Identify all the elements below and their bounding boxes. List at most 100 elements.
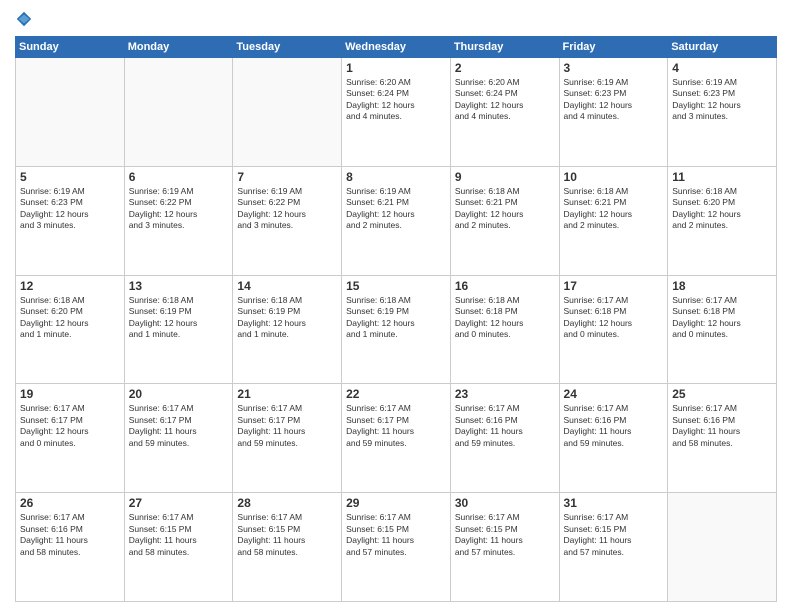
day-detail: Sunrise: 6:17 AMSunset: 6:18 PMDaylight:… — [564, 295, 664, 341]
day-number: 19 — [20, 387, 120, 401]
day-detail: Sunrise: 6:17 AMSunset: 6:15 PMDaylight:… — [237, 512, 337, 558]
day-number: 5 — [20, 170, 120, 184]
calendar-cell: 31 Sunrise: 6:17 AMSunset: 6:15 PMDayligh… — [559, 493, 668, 602]
day-detail: Sunrise: 6:18 AMSunset: 6:19 PMDaylight:… — [346, 295, 446, 341]
calendar-cell — [668, 493, 777, 602]
day-number: 27 — [129, 496, 229, 510]
calendar-cell: 14 Sunrise: 6:18 AMSunset: 6:19 PMDayligh… — [233, 275, 342, 384]
week-row-4: 19 Sunrise: 6:17 AMSunset: 6:17 PMDayligh… — [16, 384, 777, 493]
calendar-cell: 10 Sunrise: 6:18 AMSunset: 6:21 PMDayligh… — [559, 166, 668, 275]
day-detail: Sunrise: 6:17 AMSunset: 6:16 PMDaylight:… — [564, 403, 664, 449]
calendar-cell: 29Sunrise: 6:17 AMSunset: 6:15 PMDayligh… — [342, 493, 451, 602]
day-detail: Sunrise: 6:17 AMSunset: 6:17 PMDaylight:… — [237, 403, 337, 449]
day-detail: Sunrise: 6:17 AMSunset: 6:16 PMDaylight:… — [455, 403, 555, 449]
calendar-cell: 20 Sunrise: 6:17 AMSunset: 6:17 PMDayligh… — [124, 384, 233, 493]
day-number: 2 — [455, 61, 555, 75]
page: SundayMondayTuesdayWednesdayThursdayFrid… — [0, 0, 792, 612]
day-detail: Sunrise: 6:19 AMSunset: 6:22 PMDaylight:… — [129, 186, 229, 232]
calendar-cell: 30 Sunrise: 6:17 AMSunset: 6:15 PMDayligh… — [450, 493, 559, 602]
calendar-cell: 5 Sunrise: 6:19 AMSunset: 6:23 PMDaylight… — [16, 166, 125, 275]
day-number: 6 — [129, 170, 229, 184]
day-number: 3 — [564, 61, 664, 75]
day-detail: Sunrise: 6:19 AMSunset: 6:21 PMDaylight:… — [346, 186, 446, 232]
calendar-cell — [16, 58, 125, 167]
calendar-cell: 25Sunrise: 6:17 AMSunset: 6:16 PMDayligh… — [668, 384, 777, 493]
logo-icon — [15, 10, 33, 28]
weekday-header-friday: Friday — [559, 37, 668, 58]
day-detail: Sunrise: 6:17 AMSunset: 6:15 PMDaylight:… — [564, 512, 664, 558]
day-number: 16 — [455, 279, 555, 293]
calendar-cell: 3 Sunrise: 6:19 AMSunset: 6:23 PMDaylight… — [559, 58, 668, 167]
weekday-header-monday: Monday — [124, 37, 233, 58]
day-number: 24 — [564, 387, 664, 401]
calendar-cell: 17 Sunrise: 6:17 AMSunset: 6:18 PMDayligh… — [559, 275, 668, 384]
day-detail: Sunrise: 6:18 AMSunset: 6:19 PMDaylight:… — [237, 295, 337, 341]
calendar-cell: 2 Sunrise: 6:20 AMSunset: 6:24 PMDaylight… — [450, 58, 559, 167]
calendar-cell: 12Sunrise: 6:18 AMSunset: 6:20 PMDayligh… — [16, 275, 125, 384]
day-number: 8 — [346, 170, 446, 184]
calendar-cell: 1Sunrise: 6:20 AMSunset: 6:24 PMDaylight… — [342, 58, 451, 167]
calendar-cell — [233, 58, 342, 167]
calendar-cell: 11 Sunrise: 6:18 AMSunset: 6:20 PMDayligh… — [668, 166, 777, 275]
calendar-cell: 19Sunrise: 6:17 AMSunset: 6:17 PMDayligh… — [16, 384, 125, 493]
day-number: 10 — [564, 170, 664, 184]
week-row-1: 1Sunrise: 6:20 AMSunset: 6:24 PMDaylight… — [16, 58, 777, 167]
weekday-header-row: SundayMondayTuesdayWednesdayThursdayFrid… — [16, 37, 777, 58]
day-detail: Sunrise: 6:17 AMSunset: 6:16 PMDaylight:… — [20, 512, 120, 558]
calendar-cell: 24 Sunrise: 6:17 AMSunset: 6:16 PMDayligh… — [559, 384, 668, 493]
day-detail: Sunrise: 6:19 AMSunset: 6:23 PMDaylight:… — [564, 77, 664, 123]
day-number: 18 — [672, 279, 772, 293]
day-number: 11 — [672, 170, 772, 184]
day-number: 28 — [237, 496, 337, 510]
calendar-cell: 9 Sunrise: 6:18 AMSunset: 6:21 PMDaylight… — [450, 166, 559, 275]
calendar-table: SundayMondayTuesdayWednesdayThursdayFrid… — [15, 36, 777, 602]
header — [15, 10, 777, 28]
calendar-cell: 13 Sunrise: 6:18 AMSunset: 6:19 PMDayligh… — [124, 275, 233, 384]
calendar-cell: 27 Sunrise: 6:17 AMSunset: 6:15 PMDayligh… — [124, 493, 233, 602]
day-number: 30 — [455, 496, 555, 510]
day-detail: Sunrise: 6:20 AMSunset: 6:24 PMDaylight:… — [346, 77, 446, 123]
calendar-cell: 8 Sunrise: 6:19 AMSunset: 6:21 PMDaylight… — [342, 166, 451, 275]
day-detail: Sunrise: 6:17 AMSunset: 6:17 PMDaylight:… — [129, 403, 229, 449]
calendar-cell: 22Sunrise: 6:17 AMSunset: 6:17 PMDayligh… — [342, 384, 451, 493]
day-number: 4 — [672, 61, 772, 75]
week-row-2: 5 Sunrise: 6:19 AMSunset: 6:23 PMDaylight… — [16, 166, 777, 275]
day-number: 31 — [564, 496, 664, 510]
calendar-cell: 6 Sunrise: 6:19 AMSunset: 6:22 PMDaylight… — [124, 166, 233, 275]
day-detail: Sunrise: 6:18 AMSunset: 6:19 PMDaylight:… — [129, 295, 229, 341]
day-detail: Sunrise: 6:18 AMSunset: 6:21 PMDaylight:… — [455, 186, 555, 232]
day-detail: Sunrise: 6:19 AMSunset: 6:23 PMDaylight:… — [20, 186, 120, 232]
day-detail: Sunrise: 6:19 AMSunset: 6:23 PMDaylight:… — [672, 77, 772, 123]
day-detail: Sunrise: 6:17 AMSunset: 6:15 PMDaylight:… — [346, 512, 446, 558]
day-detail: Sunrise: 6:18 AMSunset: 6:20 PMDaylight:… — [672, 186, 772, 232]
day-number: 23 — [455, 387, 555, 401]
day-number: 21 — [237, 387, 337, 401]
day-detail: Sunrise: 6:17 AMSunset: 6:18 PMDaylight:… — [672, 295, 772, 341]
day-number: 13 — [129, 279, 229, 293]
week-row-3: 12Sunrise: 6:18 AMSunset: 6:20 PMDayligh… — [16, 275, 777, 384]
calendar-cell: 28 Sunrise: 6:17 AMSunset: 6:15 PMDayligh… — [233, 493, 342, 602]
day-detail: Sunrise: 6:17 AMSunset: 6:15 PMDaylight:… — [455, 512, 555, 558]
day-detail: Sunrise: 6:17 AMSunset: 6:17 PMDaylight:… — [346, 403, 446, 449]
day-number: 7 — [237, 170, 337, 184]
calendar-cell: 23 Sunrise: 6:17 AMSunset: 6:16 PMDayligh… — [450, 384, 559, 493]
day-detail: Sunrise: 6:20 AMSunset: 6:24 PMDaylight:… — [455, 77, 555, 123]
day-detail: Sunrise: 6:17 AMSunset: 6:15 PMDaylight:… — [129, 512, 229, 558]
day-detail: Sunrise: 6:18 AMSunset: 6:18 PMDaylight:… — [455, 295, 555, 341]
day-number: 15 — [346, 279, 446, 293]
day-number: 20 — [129, 387, 229, 401]
day-detail: Sunrise: 6:17 AMSunset: 6:16 PMDaylight:… — [672, 403, 772, 449]
day-detail: Sunrise: 6:18 AMSunset: 6:21 PMDaylight:… — [564, 186, 664, 232]
day-number: 17 — [564, 279, 664, 293]
week-row-5: 26 Sunrise: 6:17 AMSunset: 6:16 PMDayligh… — [16, 493, 777, 602]
weekday-header-tuesday: Tuesday — [233, 37, 342, 58]
day-number: 9 — [455, 170, 555, 184]
day-number: 26 — [20, 496, 120, 510]
calendar-cell: 18 Sunrise: 6:17 AMSunset: 6:18 PMDayligh… — [668, 275, 777, 384]
weekday-header-sunday: Sunday — [16, 37, 125, 58]
day-detail: Sunrise: 6:19 AMSunset: 6:22 PMDaylight:… — [237, 186, 337, 232]
calendar-cell: 26 Sunrise: 6:17 AMSunset: 6:16 PMDayligh… — [16, 493, 125, 602]
calendar-cell: 7 Sunrise: 6:19 AMSunset: 6:22 PMDaylight… — [233, 166, 342, 275]
day-number: 14 — [237, 279, 337, 293]
calendar-cell — [124, 58, 233, 167]
